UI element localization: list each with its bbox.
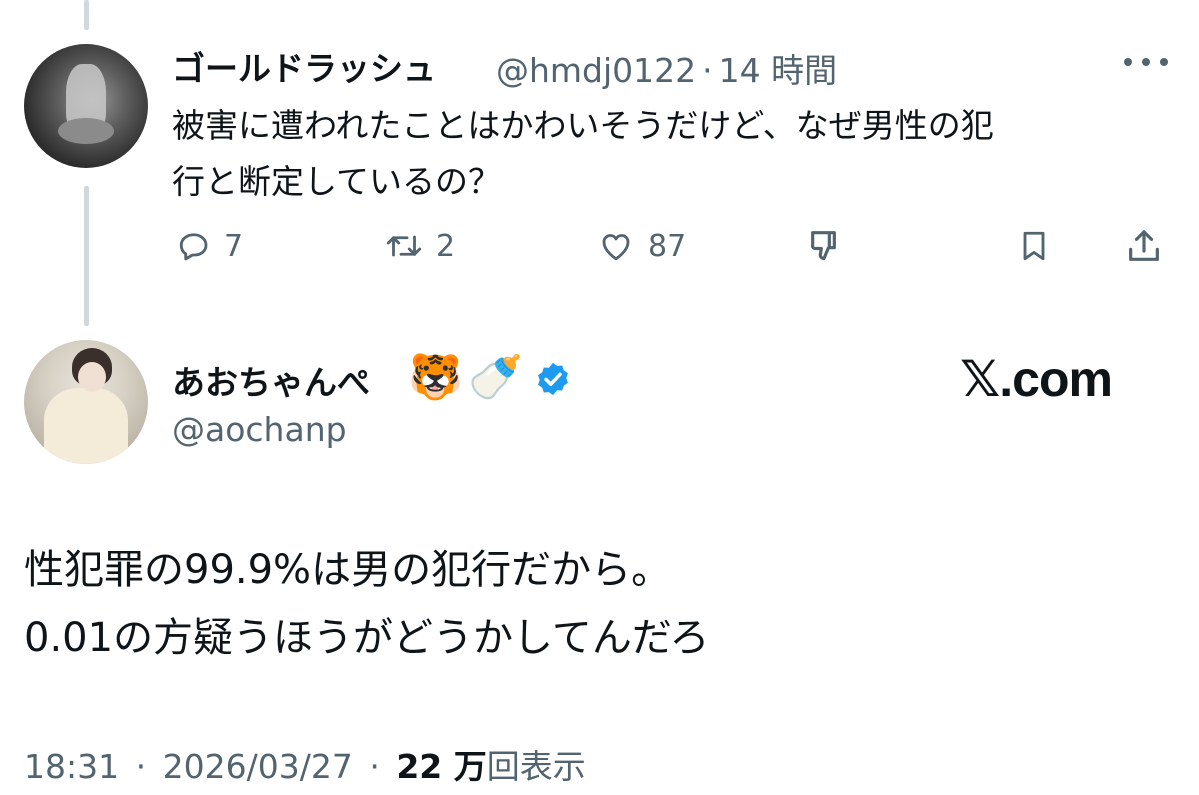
reply-text: 被害に遭われたことはかわいそうだけど、なぜ男性の犯 行と断定しているの？ [172,98,1172,210]
reply-author-handle[interactable]: @hmdj0122 · 14 時間 [496,44,837,92]
reply-action-bar: 7 2 87 [0,222,1199,270]
thread-line-top [84,0,89,30]
thumbs-down-icon [810,231,836,261]
tweet-date[interactable]: 2026/03/27 [163,747,353,786]
bookmark-button[interactable] [1016,222,1052,270]
heart-icon [602,234,630,261]
tweet-meta: 18:31 · 2026/03/27 · 22 万回表示 [24,740,586,788]
more-options-icon[interactable] [1124,52,1168,72]
baby-bottle-emoji: 🍼 [468,352,523,403]
tiger-emoji: 🐯 [408,352,463,403]
repost-button[interactable]: 2 [384,222,455,270]
verified-badge-icon[interactable] [534,360,572,402]
main-text-line-2: 0.01の方疑うほうがどうかしてんだろ [24,615,710,661]
reply-icon [179,233,208,261]
main-tweet-text: 性犯罪の99.9%は男の犯行だから。 0.01の方疑うほうがどうかしてんだろ [24,536,1174,672]
reply-time[interactable]: 14 時間 [719,51,837,90]
tweet-time[interactable]: 18:31 [24,747,119,786]
reply-separator: · [702,51,713,90]
main-author-handle[interactable]: @aochanp [172,410,347,449]
reply-handle-text: @hmdj0122 [496,51,697,90]
share-icon [1129,230,1159,261]
like-count: 87 [648,228,687,264]
views-count: 22 万 [396,747,487,786]
reply-button[interactable]: 7 [176,222,243,270]
meta-separator-1: · [135,747,147,786]
avatar-main[interactable] [24,340,148,464]
reply-author-name[interactable]: ゴールドラッシュ [172,42,436,90]
views-label: 回表示 [486,747,586,786]
repost-icon [386,235,422,257]
downvote-button[interactable] [806,222,846,270]
main-text-line-1: 性犯罪の99.9%は男の犯行だから。 [24,547,672,593]
avatar-reply[interactable] [24,44,148,168]
reply-text-line-1: 被害に遭われたことはかわいそうだけど、なぜ男性の犯 [172,106,994,145]
meta-separator-2: · [369,747,380,786]
bookmark-icon [1023,231,1045,261]
reply-text-line-2: 行と断定しているの？ [172,162,502,201]
like-button[interactable]: 87 [596,222,686,270]
repost-count: 2 [436,228,456,264]
reply-count: 7 [224,228,244,264]
main-author-name[interactable]: あおちゃんぺ [172,356,370,404]
x-com-watermark: 𝕏.com [960,351,1113,407]
share-button[interactable] [1124,222,1164,270]
